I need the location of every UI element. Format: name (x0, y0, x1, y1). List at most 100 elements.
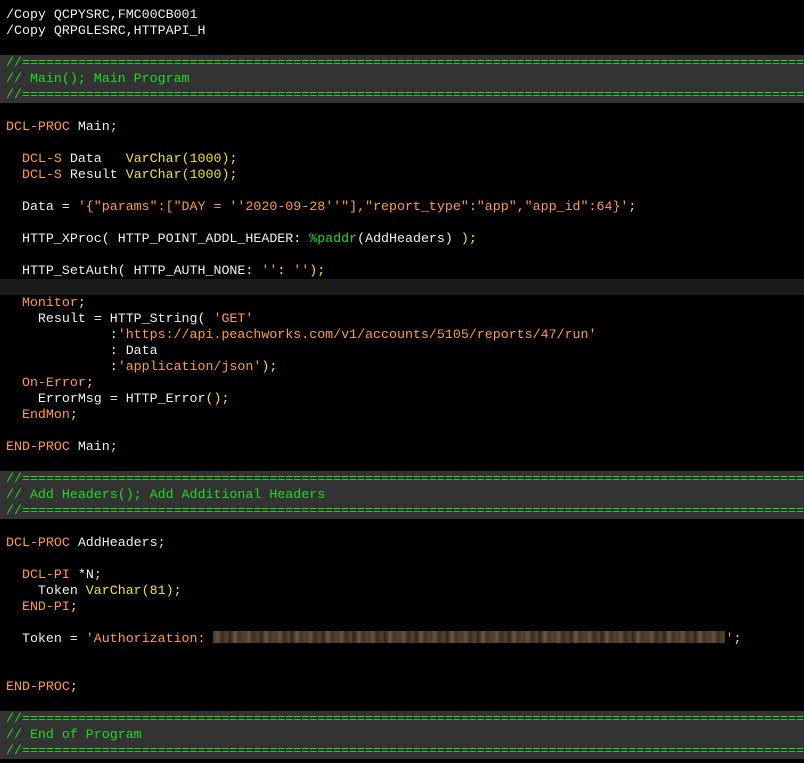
code-line[interactable]: Monitor; (0, 295, 804, 311)
code-line[interactable]: Token = 'Authorization: '; (0, 631, 804, 647)
comment-text: // Add Headers(); Add Additional Headers (6, 487, 326, 502)
string-token: 'application/json' (117, 359, 262, 374)
code-line[interactable]: :'application/json'); (0, 359, 804, 375)
code-line[interactable]: HTTP_SetAuth( HTTP_AUTH_NONE: '': ''); (0, 263, 804, 279)
string-token: 'Authorization: (85, 631, 214, 646)
code-line[interactable] (0, 39, 804, 55)
code-line[interactable]: DCL-PI *N; (0, 567, 804, 583)
code-line[interactable]: Data = '{"params":["DAY = ''2020-09-28''… (0, 199, 804, 215)
code-token: HTTP_XProc( HTTP_POINT_ADDL_HEADER: (6, 231, 310, 246)
code-token: : (6, 327, 118, 342)
code-token: Data (61, 151, 126, 166)
keyword-token: END-PI (21, 599, 70, 614)
code-token: Token = (6, 631, 86, 646)
comment-text: //======================================… (6, 503, 804, 518)
code-line[interactable]: : Data (0, 343, 804, 359)
type-token: 1000 (189, 151, 222, 166)
string-token: '' (293, 263, 310, 278)
code-line[interactable]: On-Error; (0, 375, 804, 391)
code-line[interactable] (0, 519, 804, 535)
code-token: Token (6, 583, 86, 598)
comment-text: //======================================… (6, 87, 804, 102)
keyword-token: DCL-PROC (6, 535, 70, 550)
type-token: VarChar (85, 583, 142, 598)
code-editor[interactable]: /Copy QCPYSRC,FMC00CB001/Copy QRPGLESRC,… (0, 0, 804, 763)
comment-banner-line[interactable]: //======================================… (0, 743, 804, 759)
comment-banner-line[interactable]: //======================================… (0, 503, 804, 519)
code-line[interactable] (0, 183, 804, 199)
string-token: 'https://api.peachworks.com/v1/accounts/… (117, 327, 597, 342)
keyword-token: END-PROC (6, 679, 70, 694)
code-line[interactable]: EndMon; (0, 407, 804, 423)
code-line[interactable] (0, 663, 804, 679)
punctuation-token: ; (733, 631, 742, 646)
punctuation-token: ; (157, 535, 166, 550)
string-token: '{"params":["DAY = ''2020-09-28''"],"rep… (77, 199, 629, 214)
punctuation-token: ); (309, 263, 326, 278)
code-token: /Copy QRPGLESRC,HTTPAPI_H (6, 23, 206, 38)
punctuation-token: ; (69, 407, 78, 422)
code-line[interactable]: HTTP_XProc( HTTP_POINT_ADDL_HEADER: %pad… (0, 231, 804, 247)
punctuation-token: ( (181, 167, 190, 182)
code-line[interactable] (0, 647, 804, 663)
code-line[interactable] (0, 455, 804, 471)
code-line[interactable]: DCL-S Data VarChar(1000); (0, 151, 804, 167)
code-line[interactable] (0, 247, 804, 263)
code-line[interactable]: END-PROC Main; (0, 439, 804, 455)
code-line[interactable]: /Copy QRPGLESRC,HTTPAPI_H (0, 23, 804, 39)
code-line[interactable]: DCL-PROC AddHeaders; (0, 535, 804, 551)
type-token: 81 (149, 583, 166, 598)
comment-text: // Main(); Main Program (6, 71, 190, 86)
code-token: Main (69, 119, 110, 134)
keyword-token: DCL-S (21, 167, 62, 182)
code-token: AddHeaders (69, 535, 158, 550)
comment-text: //======================================… (6, 743, 804, 758)
code-line[interactable]: ErrorMsg = HTTP_Error(); (0, 391, 804, 407)
comment-banner-line[interactable]: // End of Program (0, 727, 804, 743)
code-line[interactable]: /Copy QCPYSRC,FMC00CB001 (0, 7, 804, 23)
comment-banner-line[interactable]: //======================================… (0, 55, 804, 71)
code-token: Data = (6, 199, 78, 214)
comment-banner-line[interactable]: //======================================… (0, 711, 804, 727)
code-token: Main (69, 439, 110, 454)
punctuation-token: ); (261, 359, 278, 374)
code-line[interactable]: DCL-PROC Main; (0, 119, 804, 135)
code-token: HTTP_SetAuth( HTTP_AUTH_NONE: (6, 263, 262, 278)
comment-banner-line[interactable]: //======================================… (0, 471, 804, 487)
type-token: 1000 (189, 167, 222, 182)
string-token: '' (261, 263, 278, 278)
punctuation-token: ( (141, 583, 150, 598)
code-token: /Copy QCPYSRC,FMC00CB001 (6, 7, 198, 22)
code-line[interactable] (0, 551, 804, 567)
punctuation-token: ; (85, 375, 94, 390)
code-line[interactable]: Result = HTTP_String( 'GET' (0, 311, 804, 327)
code-line[interactable] (0, 423, 804, 439)
code-line[interactable]: END-PROC; (0, 679, 804, 695)
code-line[interactable]: :'https://api.peachworks.com/v1/accounts… (0, 327, 804, 343)
code-line[interactable]: Token VarChar(81); (0, 583, 804, 599)
code-line[interactable] (0, 695, 804, 711)
code-line[interactable]: DCL-S Result VarChar(1000); (0, 167, 804, 183)
comment-banner-line[interactable]: //======================================… (0, 87, 804, 103)
current-cursor-line[interactable] (0, 279, 804, 295)
code-token: *N (69, 567, 94, 582)
comment-banner-line[interactable]: // Add Headers(); Add Additional Headers (0, 487, 804, 503)
code-line[interactable] (0, 135, 804, 151)
code-line[interactable] (0, 615, 804, 631)
type-token: VarChar (125, 167, 182, 182)
punctuation-token: ; (109, 439, 118, 454)
comment-banner-line[interactable]: // Main(); Main Program (0, 71, 804, 87)
code-line[interactable] (0, 103, 804, 119)
punctuation-token: ; (77, 295, 86, 310)
keyword-token: DCL-S (21, 151, 62, 166)
code-line[interactable] (0, 215, 804, 231)
keyword-token: Monitor (21, 295, 78, 310)
punctuation-token: ); (460, 231, 477, 246)
keyword-token: END-PROC (6, 439, 70, 454)
code-line[interactable]: END-PI; (0, 599, 804, 615)
